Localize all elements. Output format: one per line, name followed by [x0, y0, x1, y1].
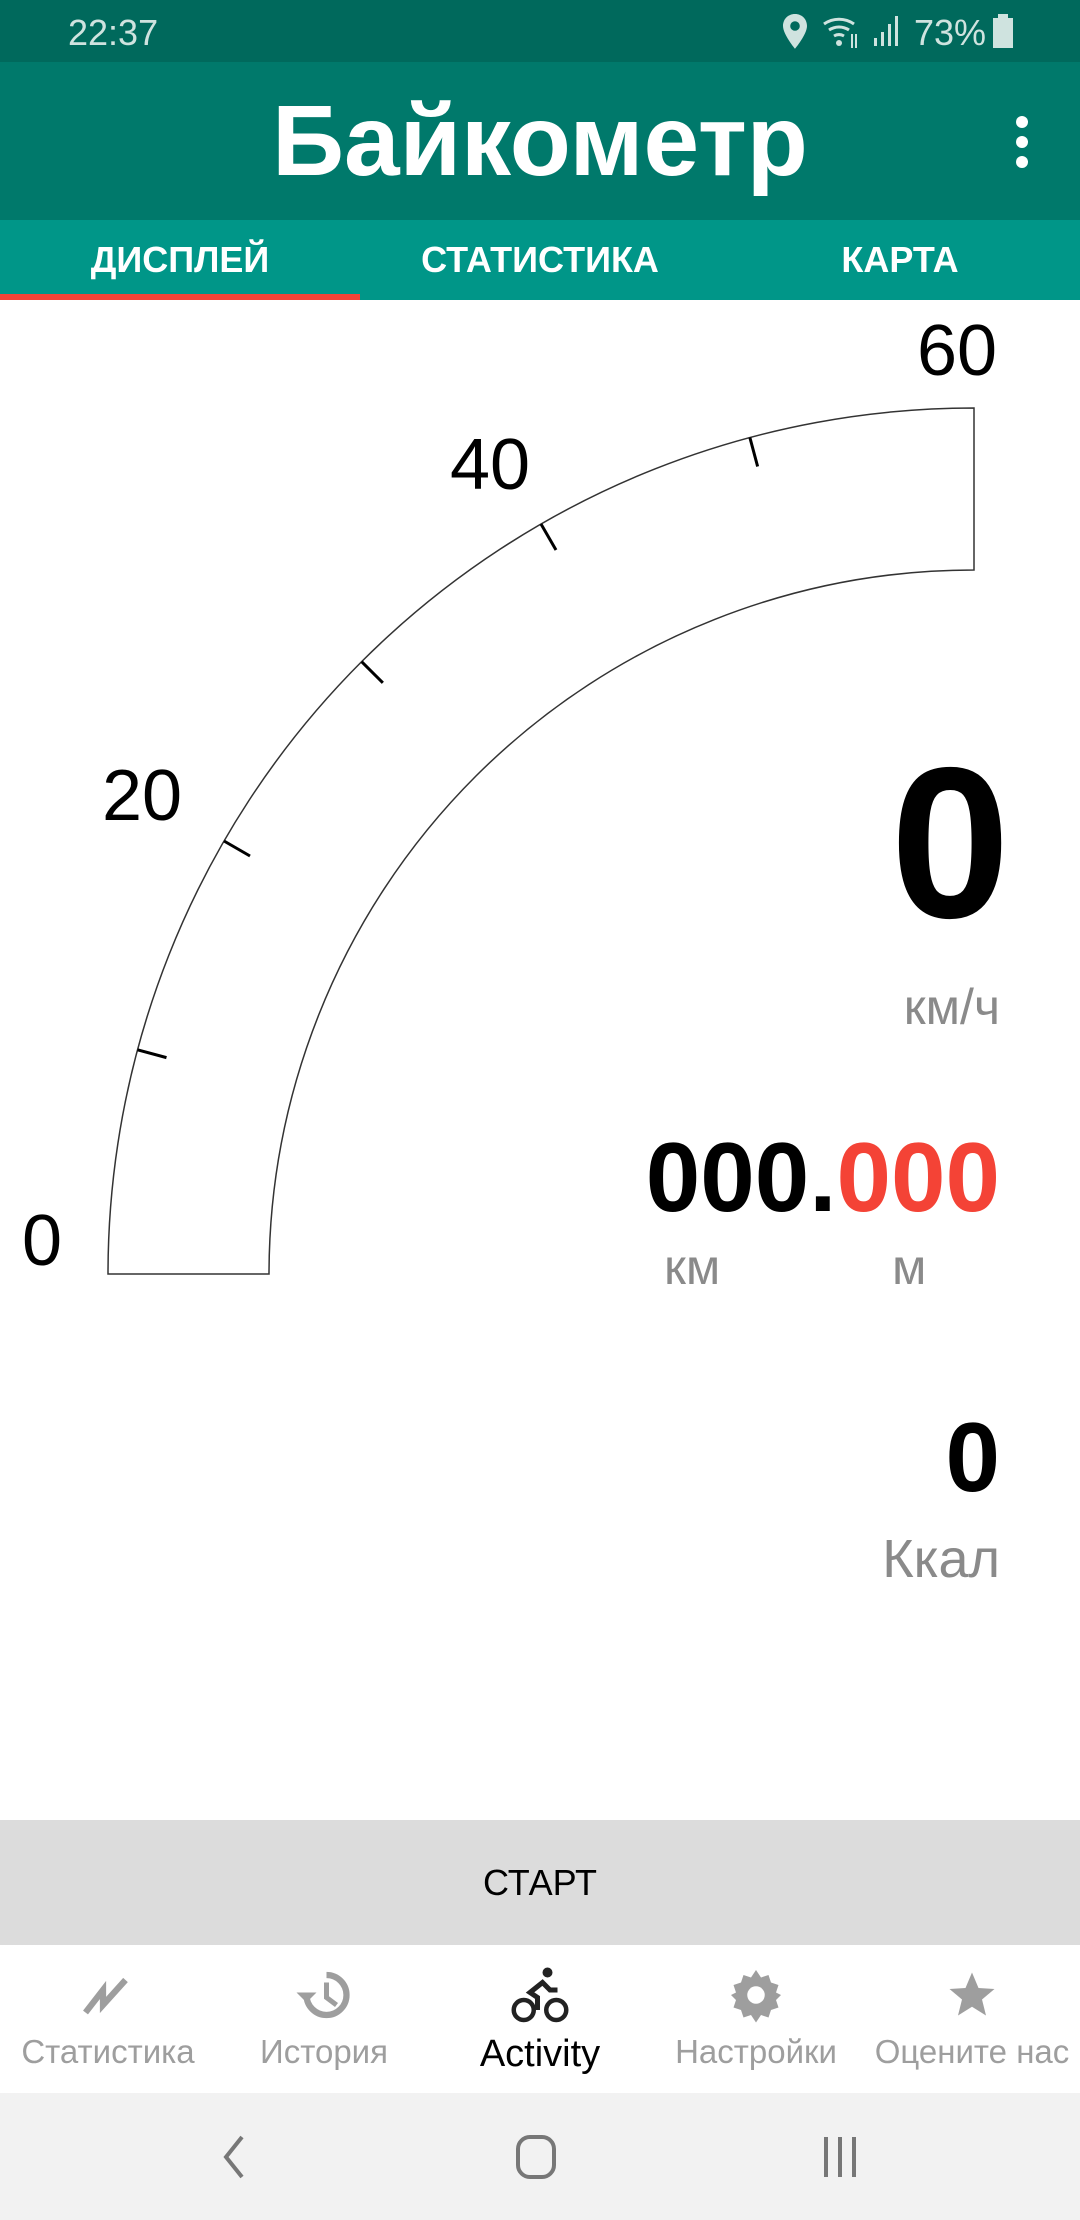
gauge-label-40: 40 — [450, 425, 531, 505]
more-vert-icon[interactable] — [1006, 112, 1038, 172]
wifi-icon — [823, 17, 857, 48]
back-icon[interactable] — [218, 2133, 248, 2181]
gauge-tick — [748, 437, 760, 467]
battery-percent: 73% — [914, 12, 987, 53]
nav-statistics[interactable]: Статистика — [0, 1945, 216, 2093]
location-icon — [783, 14, 807, 49]
trending-icon — [83, 1977, 128, 2015]
nav-settings[interactable]: Настройки — [648, 1945, 864, 2093]
recents-icon[interactable] — [818, 2133, 862, 2181]
tab-display[interactable]: ДИСПЛЕЙ — [0, 220, 360, 300]
calories-value: 0 — [945, 1402, 1000, 1512]
gauge-label-20: 20 — [102, 756, 183, 836]
start-button[interactable]: СТАРТ — [0, 1820, 1080, 1945]
calories-unit: Ккал — [882, 1529, 1000, 1589]
signal-icon — [874, 16, 898, 46]
distance-m: 000 — [836, 1122, 1000, 1232]
gauge-label-60: 60 — [917, 311, 998, 391]
app-title: Байкометр — [272, 85, 808, 197]
gauge-tick — [360, 660, 384, 684]
speed-unit: км/ч — [903, 979, 1000, 1035]
battery-icon — [993, 14, 1013, 48]
status-time: 22:37 — [68, 12, 159, 53]
distance-value: 000.000 — [646, 1128, 1000, 1226]
gauge-tick — [539, 523, 558, 551]
gauge-tick — [223, 839, 251, 858]
bike-icon — [511, 1967, 569, 2023]
history-icon — [296, 1971, 350, 2019]
distance-m-unit: м — [892, 1239, 927, 1295]
gauge-label-0: 0 — [22, 1201, 63, 1281]
nav-label: Activity — [479, 2033, 601, 2075]
gear-icon — [731, 1970, 781, 2023]
nav-activity[interactable]: Activity — [432, 1945, 648, 2093]
nav-label: История — [260, 2033, 388, 2070]
nav-rate[interactable]: Оцените нас — [864, 1945, 1080, 2093]
tab-statistics[interactable]: СТАТИСТИКА — [360, 220, 720, 300]
nav-label: Настройки — [675, 2033, 837, 2070]
distance-km: 000. — [645, 1122, 837, 1232]
nav-history[interactable]: История — [216, 1945, 432, 2093]
speed-value: 0 — [890, 722, 1010, 963]
gauge-tick — [137, 1048, 167, 1060]
distance-km-unit: км — [664, 1239, 721, 1295]
home-icon[interactable] — [514, 2133, 558, 2181]
app-bar: Байкометр — [0, 62, 1080, 220]
nav-label: Статистика — [21, 2033, 195, 2070]
tab-map[interactable]: КАРТА — [720, 220, 1080, 300]
tab-bar: ДИСПЛЕЙ СТАТИСТИКА КАРТА — [0, 220, 1080, 300]
star-icon — [949, 1972, 995, 2016]
bottom-nav: Статистика История Activity Настройки Оц… — [0, 1945, 1080, 2093]
nav-label: Оцените нас — [874, 2033, 1070, 2070]
status-bar: 22:37 73% — [0, 0, 1080, 62]
system-nav — [0, 2093, 1080, 2220]
